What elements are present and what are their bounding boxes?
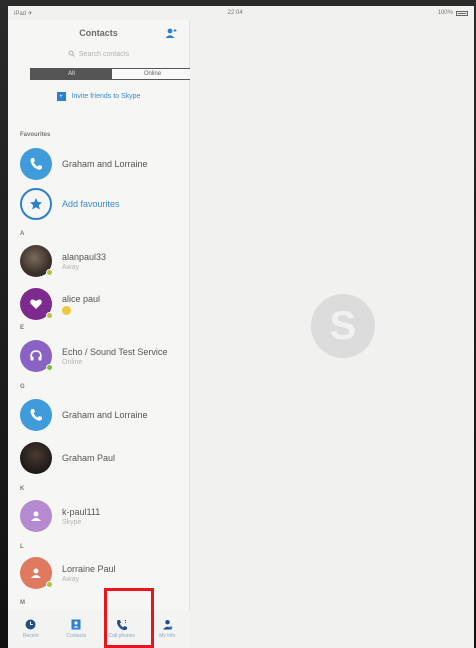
avatar (20, 245, 53, 277)
contacts-header: Contacts (8, 20, 189, 46)
smiley-icon (62, 305, 71, 315)
my-info-svg (162, 620, 173, 630)
phone-icon (30, 409, 42, 421)
tab-call-phones[interactable]: Call phones (102, 619, 142, 639)
section-m: M (20, 600, 25, 606)
section-e: E (20, 325, 25, 331)
contact-name: Echo / Sound Test Service (62, 346, 168, 357)
contact-row[interactable]: Graham and Lorraine (20, 148, 148, 180)
clock-icon (25, 619, 36, 631)
default-avatar (20, 500, 52, 532)
section-k: K (20, 486, 25, 492)
detail-pane: S (190, 20, 474, 648)
contact-text: k-paul111 Skype (62, 507, 100, 526)
tab-label: Call phones (108, 633, 135, 639)
headset-icon (30, 350, 42, 361)
contacts-book-svg (71, 619, 81, 630)
invite-icon: + (56, 92, 66, 101)
presence-away-dot (46, 269, 53, 276)
status-bar: iPad ✈ 22:04 100% (8, 6, 474, 20)
contact-text: alanpaul33 Away (62, 252, 106, 271)
contact-row[interactable]: Lorraine Paul Away (20, 557, 116, 589)
dialpad-phone-icon (116, 619, 128, 631)
contact-text: Lorraine Paul Away (62, 564, 116, 583)
presence-away-dot (46, 312, 53, 319)
heart-avatar (20, 288, 53, 320)
contact-name: Graham Paul (62, 453, 116, 463)
contact-row[interactable]: Echo / Sound Test Service Online (20, 340, 167, 372)
contact-status: Away (62, 263, 79, 271)
section-favourites: Favourites (20, 132, 51, 138)
contact-row[interactable]: Graham Paul (20, 442, 115, 474)
search-placeholder: Search contacts (78, 50, 130, 58)
contact-row[interactable]: k-paul111 Skype (20, 500, 100, 532)
search-icon-svg (68, 50, 75, 57)
add-favourites-row[interactable]: Add favourites (20, 188, 120, 220)
clock: 22:04 (227, 10, 243, 16)
carrier-label: iPad ✈ (14, 10, 33, 17)
battery-area: 100% (438, 10, 468, 16)
star-svg (30, 198, 42, 210)
contacts-book-icon (71, 619, 81, 631)
add-contact-svg (165, 28, 177, 38)
skype-logo-icon: S (311, 294, 375, 358)
section-g: G (20, 384, 25, 390)
contact-name: Lorraine Paul (62, 563, 116, 574)
contact-text: Echo / Sound Test Service Online (62, 347, 167, 366)
tab-contacts[interactable]: Contacts (56, 619, 96, 639)
tab-recent[interactable]: Recent (11, 619, 51, 639)
segment-all[interactable]: All (31, 69, 112, 79)
heart-icon (30, 299, 42, 309)
contact-status: Online (62, 358, 83, 366)
group-call-avatar (20, 148, 52, 180)
contact-name: k-paul111 (62, 506, 101, 517)
contact-text: alice paul (62, 294, 100, 315)
battery-icon (455, 10, 468, 16)
contact-row[interactable]: alanpaul33 Away (20, 245, 106, 277)
search-bar[interactable]: Search contacts (8, 46, 189, 62)
filter-segment: All Online (30, 68, 194, 80)
tab-label: Recent (22, 633, 39, 639)
contact-name: alanpaul33 (62, 251, 107, 262)
invite-link[interactable]: + Invite friends to Skype (8, 92, 189, 101)
tab-my-info[interactable]: My info (147, 619, 187, 639)
contacts-panel: Contacts Search contacts All Online + In… (8, 20, 194, 648)
headset-avatar (20, 340, 53, 372)
person-icon (31, 511, 41, 521)
contact-name: Graham and Lorraine (62, 410, 148, 420)
contact-name: alice paul (62, 293, 101, 304)
page-title: Contacts (79, 28, 118, 38)
person-icon (31, 568, 41, 578)
segment-online[interactable]: Online (112, 69, 193, 79)
add-contact-icon[interactable] (165, 28, 177, 38)
invite-label: Invite friends to Skype (71, 93, 141, 100)
section-a: A (20, 231, 25, 237)
clock-svg (25, 619, 36, 630)
contact-status: Away (62, 575, 79, 583)
add-favourites-label: Add favourites (62, 199, 120, 209)
tab-bar: Recent Contacts Call phones My info (8, 610, 190, 648)
search-icon (68, 50, 75, 59)
contact-row[interactable]: alice paul (20, 288, 100, 320)
presence-away-dot (46, 581, 53, 588)
contact-row[interactable]: Graham and Lorraine (20, 399, 148, 431)
contact-status: Skype (62, 518, 82, 526)
dialpad-phone-svg (116, 619, 127, 631)
my-info-person-icon (162, 619, 173, 631)
tablet-screen: iPad ✈ 22:04 100% Contacts Search contac… (8, 6, 474, 648)
contact-name: Graham and Lorraine (62, 159, 148, 169)
group-call-avatar (20, 399, 52, 431)
star-icon (20, 188, 52, 220)
default-avatar (20, 557, 53, 589)
tab-label: My info (159, 633, 176, 639)
tab-label: Contacts (66, 633, 87, 639)
section-l: L (20, 544, 24, 550)
avatar (20, 442, 52, 474)
presence-online-dot (46, 364, 53, 371)
phone-icon (30, 158, 42, 170)
battery-percent: 100% (437, 10, 453, 16)
